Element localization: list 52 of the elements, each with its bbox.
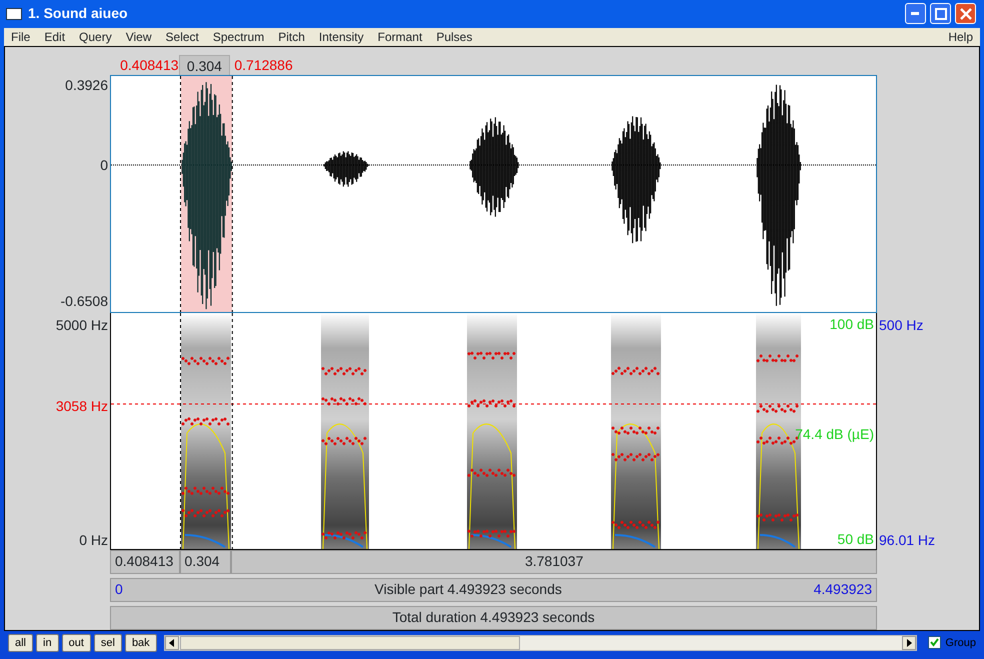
maximize-button[interactable] [930, 3, 951, 24]
zoom-button[interactable]: out [62, 634, 91, 652]
visible-part-label: Visible part 4.493923 seconds [374, 580, 562, 600]
visible-part-bar[interactable]: 0 Visible part 4.493923 seconds 4.493923 [110, 578, 877, 602]
axis-label: 0 [100, 156, 108, 175]
scroll-left-icon[interactable] [164, 636, 179, 650]
axis-label: 5000 Hz [56, 316, 108, 335]
app-icon [6, 8, 22, 20]
cursor-frequency-label: 3058 Hz [56, 396, 108, 416]
checkbox[interactable] [928, 636, 942, 650]
menu-item[interactable]: View [118, 28, 159, 46]
menu-item[interactable]: Edit [37, 28, 72, 46]
minimize-button[interactable] [905, 3, 926, 24]
checkbox-label: Group [945, 636, 976, 651]
menu-item[interactable]: Formant [370, 28, 430, 46]
pitch-axis-label: 96.01 Hz [879, 530, 936, 550]
menu-item[interactable]: Intensity [312, 28, 371, 46]
intensity-cursor-label: 74.4 dB (µE) [795, 424, 874, 444]
menu-item[interactable]: Select [158, 28, 206, 46]
scroll-right-icon[interactable] [902, 636, 916, 650]
zoom-button[interactable]: all [8, 634, 34, 652]
scrollbar-thumb[interactable] [180, 636, 520, 650]
zoom-button[interactable]: bak [124, 634, 157, 652]
menu-item[interactable]: Pulses [429, 28, 480, 46]
time-end-label: 4.493923 [814, 580, 872, 600]
menu-item[interactable]: Spectrum [206, 28, 272, 46]
duration-bar-cell: 3.781037 [231, 550, 877, 574]
selection-start-label: 0.408413 [119, 56, 179, 75]
menu-item[interactable]: Help [941, 28, 980, 46]
axis-label: -0.6508 [60, 292, 108, 311]
total-duration-bar[interactable]: Total duration 4.493923 seconds [110, 606, 877, 630]
pitch-axis-label: 500 Hz [879, 316, 924, 335]
zoom-button[interactable]: sel [94, 634, 122, 652]
axis-label: 0.3926 [65, 76, 108, 95]
intensity-axis-label: 50 dB [837, 530, 874, 549]
horizontal-scrollbar[interactable] [164, 634, 918, 651]
menu-item[interactable]: Pitch [271, 28, 312, 46]
window-title: 1. Sound aiueo [28, 4, 128, 24]
maximize-icon [934, 8, 946, 20]
close-button[interactable] [955, 3, 976, 24]
close-icon [960, 8, 972, 20]
duration-bar-cell: 0.304 [180, 550, 232, 574]
intensity-axis-label: 100 dB [830, 314, 874, 334]
axis-label: 0 Hz [79, 530, 108, 550]
menu-item[interactable]: Query [72, 28, 119, 46]
zoom-button[interactable]: in [36, 634, 59, 652]
minimize-icon [911, 12, 920, 16]
time-start-label: 0 [115, 580, 123, 600]
menu-item[interactable]: File [4, 28, 38, 46]
selection-duration-label: 0.304 [178, 54, 230, 78]
selection-end-label: 0.712886 [234, 56, 293, 75]
duration-bar-cell: 0.408413 [110, 550, 180, 574]
